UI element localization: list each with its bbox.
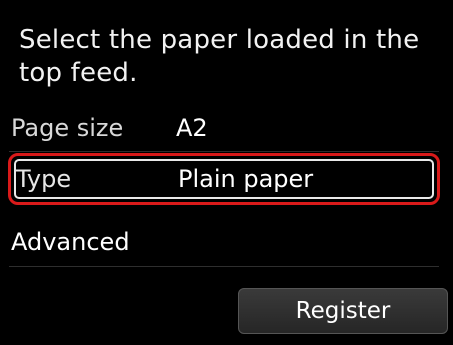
type-label: Type: [16, 165, 72, 193]
page-size-value: A2: [176, 114, 208, 142]
setting-row-page-size[interactable]: Page size A2: [8, 103, 441, 153]
advanced-label: Advanced: [11, 228, 130, 256]
setting-row-advanced[interactable]: Advanced: [8, 218, 441, 266]
register-button[interactable]: Register: [238, 288, 448, 334]
divider: [9, 266, 439, 267]
printer-lcd-screen: Select the paper loaded in the top feed.…: [0, 0, 453, 345]
type-value: Plain paper: [178, 165, 314, 193]
instruction-text: Select the paper loaded in the top feed.: [19, 25, 420, 88]
divider: [9, 151, 439, 152]
selected-row-frame: Type Plain paper: [14, 159, 434, 199]
setting-row-type[interactable]: Type Plain paper: [8, 153, 440, 205]
page-size-label: Page size: [11, 114, 124, 142]
